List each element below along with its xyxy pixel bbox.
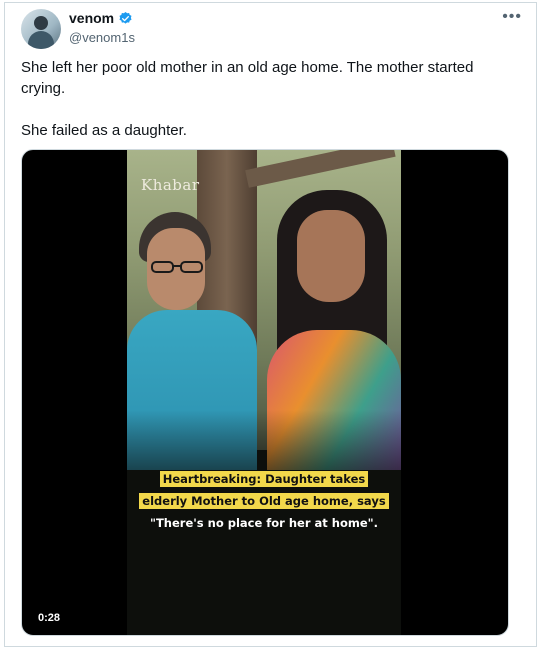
- video-caption: Heartbreaking: Daughter takes elderly Mo…: [127, 468, 401, 534]
- daughter-figure-face: [297, 210, 365, 302]
- tweet-text-paragraph-2: She failed as a daughter.: [21, 122, 187, 139]
- caption-line-3: "There's no place for her at home".: [149, 516, 379, 530]
- tree-branch-shape: [245, 150, 396, 188]
- channel-watermark: Khabar: [141, 176, 200, 194]
- more-options-icon[interactable]: •••: [502, 9, 522, 25]
- caption-line-1: Heartbreaking: Daughter takes: [159, 471, 369, 487]
- tweet-card: venom @venom1s ••• She left her poor old…: [4, 2, 537, 647]
- author-name-row: venom: [69, 10, 133, 26]
- tweet-body: She left her poor old mother in an old a…: [21, 57, 501, 141]
- author-handle[interactable]: @venom1s: [69, 30, 135, 45]
- author-display-name[interactable]: venom: [69, 10, 114, 26]
- verified-badge-icon: [119, 11, 132, 24]
- avatar-head-shape: [34, 16, 48, 30]
- glasses-shape: [151, 261, 203, 273]
- video-player[interactable]: Khabar Heartbreaking: Daughter takes eld…: [21, 149, 509, 636]
- video-scene: [127, 150, 401, 470]
- caption-line-2: elderly Mother to Old age home, says: [139, 493, 389, 509]
- tweet-text-paragraph-1: She left her poor old mother in an old a…: [21, 59, 474, 97]
- author-avatar[interactable]: [21, 9, 61, 49]
- video-frame[interactable]: Khabar Heartbreaking: Daughter takes eld…: [127, 150, 401, 635]
- video-duration: 0:28: [34, 611, 65, 625]
- avatar-body-shape: [28, 31, 54, 49]
